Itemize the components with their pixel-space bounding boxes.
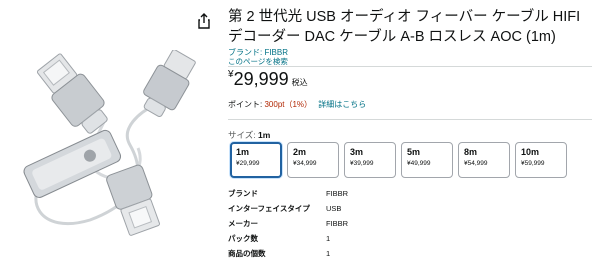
table-row: メーカー FIBBR (228, 216, 348, 231)
spec-key: ブランド (228, 189, 258, 198)
spec-value: 1 (326, 234, 331, 243)
size-option-2m[interactable]: 2m ¥34,999 (287, 142, 339, 178)
size-option-name: 1m (236, 147, 250, 157)
spec-key: インターフェイスタイプ (228, 204, 310, 213)
size-option-price: ¥34,999 (293, 160, 317, 167)
size-option-name: 10m (521, 147, 540, 157)
points-value: 300pt（1%） (264, 100, 313, 109)
size-option-1m[interactable]: 1m ¥29,999 (230, 142, 282, 178)
spec-value: 1 (326, 249, 331, 258)
spec-table: ブランド FIBBR インターフェイスタイプ USB メーカー FIBBR パッ… (228, 186, 348, 261)
product-details: 第 2 世代光 USB オーディオ フィーバー ケーブル HIFI デコーダー … (228, 0, 598, 268)
size-selected: 1m (257, 130, 271, 140)
product-title: 第 2 世代光 USB オーディオ フィーバー ケーブル HIFI デコーダー … (228, 9, 581, 45)
points-detail-link[interactable]: 詳細はこちら (318, 100, 366, 109)
size-option-price: ¥49,999 (407, 160, 431, 167)
table-row: インターフェイスタイプ USB (228, 201, 348, 216)
table-row: パック数 1 (228, 231, 348, 246)
share-icon[interactable] (197, 13, 211, 29)
spec-key: パック数 (228, 234, 258, 243)
table-row: ブランド FIBBR (228, 186, 348, 201)
size-option-price: ¥59,999 (521, 160, 545, 167)
size-option-name: 2m (293, 147, 307, 157)
tax-label: 税込 (291, 78, 308, 87)
spec-value: FIBBR (326, 219, 349, 228)
size-option-name: 5m (407, 147, 421, 157)
divider (228, 119, 592, 120)
product-image[interactable] (10, 50, 210, 240)
spec-key: メーカー (228, 219, 258, 228)
spec-value: FIBBR (326, 189, 349, 198)
size-option-price: ¥39,999 (350, 160, 374, 167)
size-option-name: 3m (350, 147, 364, 157)
size-option-5m[interactable]: 5m ¥49,999 (401, 142, 453, 178)
price-value: 29,999 (233, 69, 289, 89)
size-option-8m[interactable]: 8m ¥54,999 (458, 142, 510, 178)
product-image-area (0, 0, 222, 268)
size-label: サイズ: 1m (228, 129, 270, 141)
size-label-text: サイズ: (228, 130, 256, 140)
price: ¥29,999 税込 (228, 69, 308, 90)
size-option-price: ¥54,999 (464, 160, 488, 167)
size-option-3m[interactable]: 3m ¥39,999 (344, 142, 396, 178)
spec-value: USB (326, 204, 342, 213)
size-option-name: 8m (464, 147, 478, 157)
spec-key: 商品の個数 (228, 249, 266, 258)
size-option-10m[interactable]: 10m ¥59,999 (515, 142, 567, 178)
points-label: ポイント: (228, 100, 263, 109)
table-row: 商品の個数 1 (228, 246, 348, 261)
divider (228, 66, 592, 67)
size-option-price: ¥29,999 (236, 160, 260, 167)
points-row: ポイント: 300pt（1%） 詳細はこちら (228, 99, 366, 110)
